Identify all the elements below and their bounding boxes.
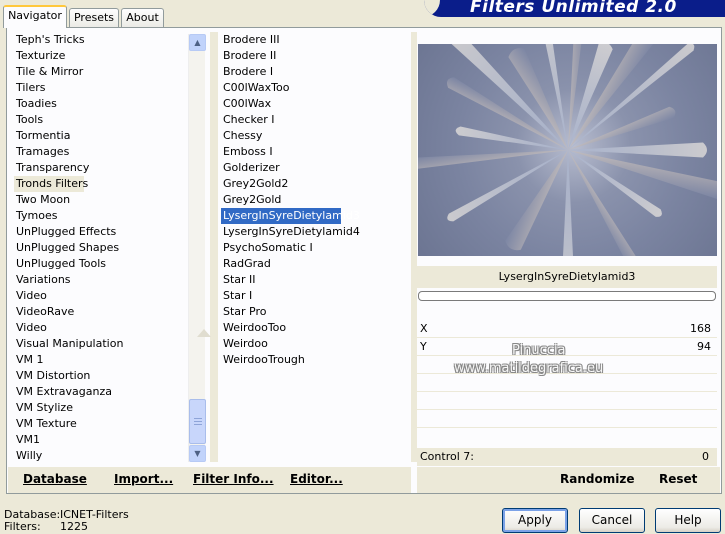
param-y[interactable]: Y 94 (417, 338, 717, 356)
category-item[interactable]: Transparency (14, 160, 184, 176)
filter-item[interactable]: Brodere I (221, 64, 411, 80)
category-item[interactable]: Visual Manipulation (14, 336, 184, 352)
watermark-name: Pinuccia (512, 343, 566, 358)
database-button[interactable]: Database (23, 472, 87, 486)
category-item[interactable]: VM1 (14, 432, 184, 448)
param-x-label: X (420, 322, 428, 335)
filter-item[interactable]: LysergInSyreDietylamid3 (221, 208, 360, 224)
help-button[interactable]: Help (655, 508, 721, 533)
control-7-value: 0 (702, 450, 709, 463)
param-slot-4 (417, 374, 717, 392)
preview-toolbar: Randomize Reset (417, 467, 720, 493)
category-item[interactable]: VM Extravaganza (14, 384, 184, 400)
filter-item[interactable]: Checker I (221, 112, 411, 128)
category-item[interactable]: VM Texture (14, 416, 184, 432)
param-slot-6 (417, 410, 717, 428)
category-item[interactable]: UnPlugged Tools (14, 256, 184, 272)
preview-filter-name: LysergInSyreDietylamid3 (417, 266, 717, 288)
filters-label: Filters: (4, 520, 41, 533)
category-item[interactable]: VM Stylize (14, 400, 184, 416)
filter-item[interactable]: Grey2Gold2 (221, 176, 411, 192)
tab-navigator[interactable]: Navigator (3, 5, 67, 28)
filter-item[interactable]: Brodere II (221, 48, 411, 64)
control-7-row[interactable]: Control 7: 0 (417, 448, 717, 466)
filter-item[interactable]: Star Pro (221, 304, 411, 320)
preview-spike (560, 150, 576, 256)
category-item[interactable]: VM Distortion (14, 368, 184, 384)
preview-spike (568, 150, 662, 217)
filter-item[interactable]: Weirdoo (221, 336, 411, 352)
filter-item[interactable]: Emboss I (221, 144, 411, 160)
param-y-label: Y (420, 340, 427, 353)
filters-value: 1225 (60, 520, 88, 533)
navigator-panel: Teph's Tricks Texturize Tile & Mirror Tiler… (6, 27, 722, 494)
category-item[interactable]: Tronds Filters (14, 176, 88, 192)
param-slot-5 (417, 392, 717, 410)
category-item[interactable]: Video (14, 320, 184, 336)
category-item[interactable]: VideoRave (14, 304, 184, 320)
param-x-value: 168 (690, 322, 711, 335)
randomize-button[interactable]: Randomize (560, 472, 634, 486)
category-item[interactable]: Tormentia (14, 128, 184, 144)
import-button[interactable]: Import... (114, 472, 173, 486)
tab-presets[interactable]: Presets (69, 8, 119, 27)
app-title: Filters Unlimited 2.0 (470, 0, 677, 17)
param-y-value: 94 (697, 340, 711, 353)
category-item[interactable]: Tramages (14, 144, 184, 160)
filter-item[interactable]: Chessy (221, 128, 411, 144)
title-banner: Filters Unlimited 2.0 (424, 0, 725, 17)
filter-item[interactable]: Star I (221, 288, 411, 304)
filter-item[interactable]: Golderizer (221, 160, 411, 176)
category-item[interactable]: Tilers (14, 80, 184, 96)
filter-item[interactable]: WeirdooTrough (221, 352, 411, 368)
preview-artwork (418, 44, 717, 256)
filter-item[interactable]: Star II (221, 272, 411, 288)
control-7-label: Control 7: (420, 450, 474, 463)
editor-button[interactable]: Editor... (290, 472, 343, 486)
preview-image (418, 44, 717, 256)
scroll-down-button[interactable]: ▼ (189, 445, 206, 462)
progress-bar (418, 291, 716, 301)
filter-item[interactable]: RadGrad (221, 256, 411, 272)
scroll-up-button[interactable]: ▲ (189, 34, 206, 51)
category-item[interactable]: Two Moon (14, 192, 184, 208)
cancel-button[interactable]: Cancel (579, 508, 645, 533)
filter-info-button[interactable]: Filter Info... (193, 472, 274, 486)
filter-item[interactable]: C00lWax (221, 96, 411, 112)
category-item[interactable]: Texturize (14, 48, 184, 64)
category-item[interactable]: Toadies (14, 96, 184, 112)
filter-item[interactable]: C00lWaxToo (221, 80, 411, 96)
reset-button[interactable]: Reset (659, 472, 697, 486)
category-item[interactable]: VM 1 (14, 352, 184, 368)
filter-item[interactable]: WeirdooToo (221, 320, 411, 336)
slider-marker (197, 329, 211, 337)
filter-item[interactable]: Brodere III (221, 32, 411, 48)
category-item[interactable]: UnPlugged Shapes (14, 240, 184, 256)
category-item[interactable]: Variations (14, 272, 184, 288)
category-item[interactable]: Tile & Mirror (14, 64, 184, 80)
apply-button[interactable]: Apply (502, 508, 568, 533)
filter-item[interactable]: Grey2Gold (221, 192, 411, 208)
category-scrollbar[interactable]: ▲ ▼ (188, 34, 206, 462)
category-item[interactable]: Willy (14, 448, 184, 464)
param-x[interactable]: X 168 (417, 320, 717, 338)
category-item[interactable]: Tools (14, 112, 184, 128)
scroll-thumb[interactable] (189, 399, 206, 444)
filters-info: Filters: 1225 (4, 520, 88, 533)
category-item[interactable]: UnPlugged Effects (14, 224, 184, 240)
filter-item[interactable]: PsychoSomatic I (221, 240, 411, 256)
list-divider (210, 32, 218, 462)
category-item[interactable]: Teph's Tricks (14, 32, 184, 48)
filter-item[interactable]: LysergInSyreDietylamid4 (221, 224, 411, 240)
category-item[interactable]: Tymoes (14, 208, 184, 224)
navigator-toolbar: Database Import... Filter Info... Editor… (8, 467, 411, 493)
category-list[interactable]: Teph's Tricks Texturize Tile & Mirror Tiler… (14, 32, 184, 464)
watermark-url: www.matildegrafica.eu (454, 361, 604, 376)
tab-strip: Navigator Presets About (0, 0, 420, 28)
tab-about[interactable]: About (121, 8, 164, 27)
filter-list[interactable]: Brodere III Brodere II Brodere I C00lWaxToo… (221, 32, 411, 368)
category-item[interactable]: Video (14, 288, 184, 304)
preview-spike (418, 150, 568, 170)
